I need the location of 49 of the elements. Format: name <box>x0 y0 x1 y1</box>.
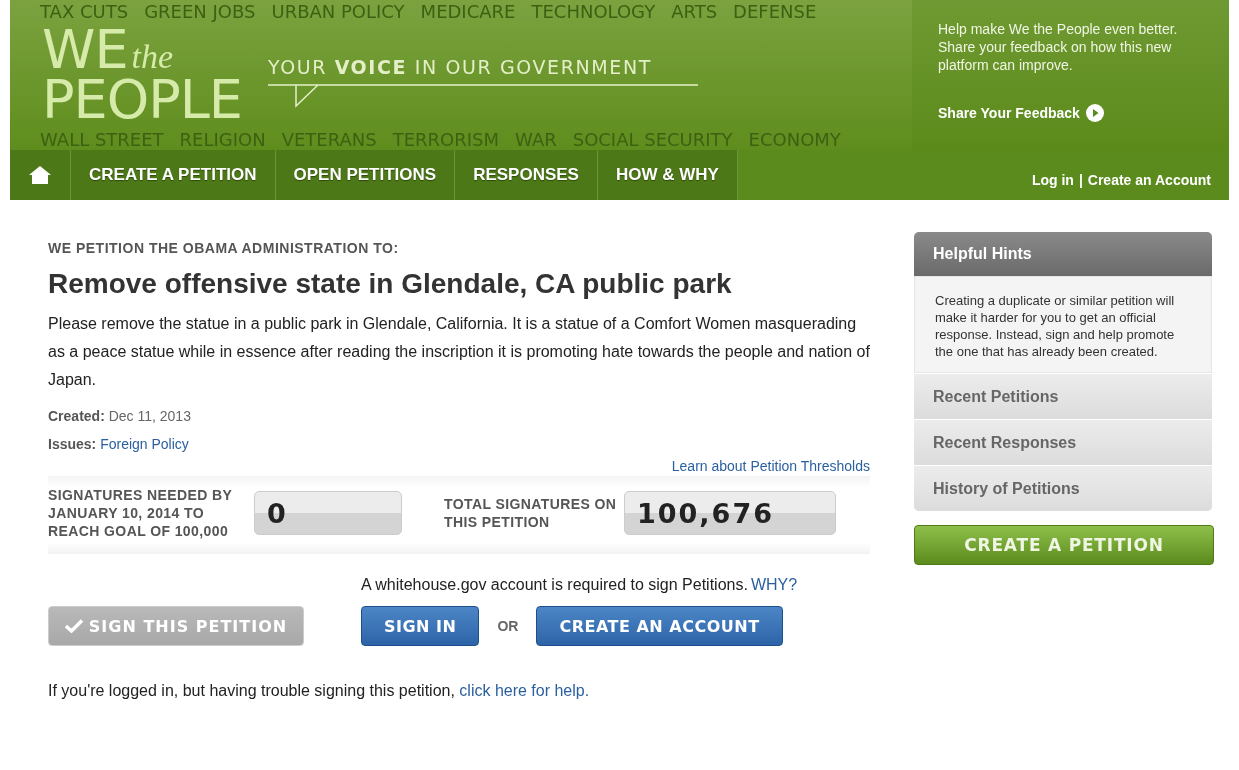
logo-text: WE <box>42 25 128 75</box>
background-word: MEDICARE <box>420 0 516 22</box>
background-word: TECHNOLOGY <box>531 0 656 22</box>
feedback-link[interactable]: Share Your Feedback <box>938 104 1104 122</box>
separator-text: | <box>1078 172 1083 188</box>
help-link[interactable]: click here for help. <box>459 682 590 699</box>
why-link[interactable]: WHY? <box>750 576 798 593</box>
background-word: ARTS <box>671 0 718 22</box>
or-text: OR <box>497 618 519 634</box>
total-signatures-label: TOTAL SIGNATURES ON THIS PETITION <box>444 495 618 531</box>
petition-title: Remove offensive state in Glendale, CA public park <box>48 268 733 300</box>
nav-tab[interactable]: HOW & WHY <box>597 150 738 200</box>
hint-text: Creating a duplicate or similar petition will make it harder for you to get an official response. Instead, sign and help promote the one that has already been created. <box>914 276 1212 373</box>
help-text: If you're logged in, but having trouble signing this petition, <box>48 682 455 699</box>
background-word: URBAN POLICY <box>271 0 405 22</box>
petition-kicker: WE PETITION THE OBAMA ADMINISTRATION TO: <box>48 240 400 256</box>
home-icon <box>28 165 52 185</box>
background-word: TAX CUTS <box>40 0 129 22</box>
sidebar-item[interactable]: Recent Responses <box>914 419 1212 465</box>
signatures-needed-label: SIGNATURES NEEDED BY JANUARY 10, 2014 TO REACH GOAL OF 100,000 <box>48 486 234 540</box>
background-word: DEFENSE <box>733 0 817 22</box>
login-link[interactable]: Log in <box>1031 172 1074 188</box>
nav-tab[interactable]: OPEN PETITIONS <box>275 150 456 200</box>
thresholds-link[interactable]: Learn about Petition Thresholds <box>671 458 870 474</box>
created-date: Dec 11, 2013 <box>108 408 191 424</box>
helpful-hints-title: Helpful Hints <box>933 245 1032 263</box>
sidebar-item[interactable]: Recent Petitions <box>914 373 1212 419</box>
nav-tab[interactable]: RESPONSES <box>455 150 598 200</box>
petition-body: Please remove the statue in a public park in Glendale, California. It is a statue of a Comfort Women masquerading as a peace statue while in essence after reading the inscription it is promoting hate towards the people and nation of Japan. <box>48 314 870 390</box>
feedback-text: Help make We the People even better. Share your feedback on how this new platform can improve. <box>938 20 1179 74</box>
created-label: Created: <box>48 408 105 424</box>
create-petition-button[interactable]: CREATE A PETITION <box>914 525 1214 565</box>
logo-script-text: the <box>131 41 174 73</box>
sign-in-button[interactable]: SIGN IN <box>361 606 480 646</box>
total-signatures-counter: 100,676 <box>624 491 836 535</box>
issue-link[interactable]: Foreign Policy <box>100 436 189 452</box>
background-word: GREEN JOBS <box>144 0 256 22</box>
create-account-button[interactable]: CREATE AN ACCOUNT <box>536 606 783 646</box>
play-circle-icon <box>1085 104 1104 122</box>
signatures-needed-counter: 0 <box>254 491 402 535</box>
check-icon <box>64 619 83 633</box>
speech-line-icon <box>267 82 698 108</box>
nav-tab[interactable]: CREATE A PETITION <box>71 150 276 200</box>
tagline: YOUR VOICE IN OUR GOVERNMENT <box>267 56 653 78</box>
account-note: A whitehouse.gov account is required to sign Petitions. <box>361 576 748 593</box>
create-account-link[interactable]: Create an Account <box>1087 172 1211 188</box>
sidebar-item[interactable]: History of Petitions <box>914 465 1212 511</box>
logo-text: PEOPLE <box>42 75 242 125</box>
issues-label: Issues: <box>48 436 97 452</box>
